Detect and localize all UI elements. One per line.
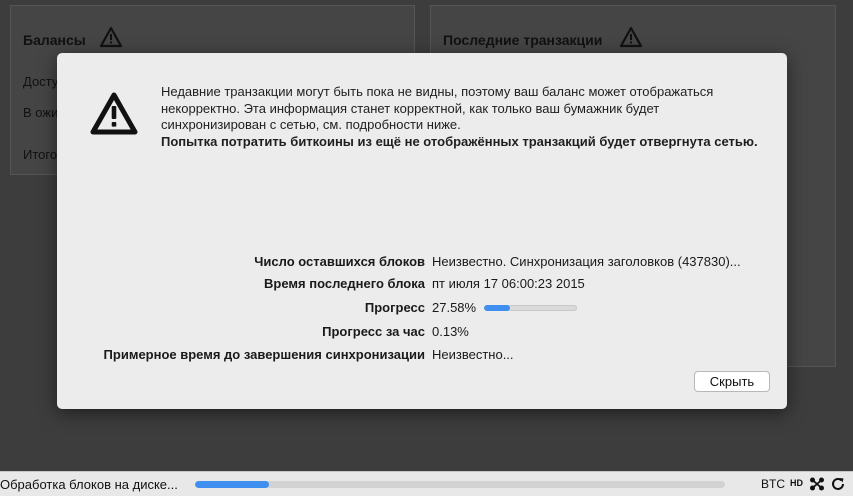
blocks-left-value: Неизвестно. Синхронизация заголовков (43…	[432, 254, 741, 269]
eta-row: Примерное время до завершения синхрониза…	[57, 347, 787, 367]
balances-title: Балансы	[23, 32, 86, 48]
progress-per-hour-row: Прогресс за час 0.13%	[57, 324, 787, 344]
sync-progress-bar	[484, 305, 577, 311]
progress-per-hour-value: 0.13%	[432, 324, 469, 339]
blocks-left-label: Число оставшихся блоков	[254, 254, 425, 269]
hd-icon: HD	[790, 478, 803, 488]
sync-overlay-modal: Недавние транзакции могут быть пока не в…	[57, 53, 787, 409]
balances-available-label: Досту	[23, 74, 59, 89]
sync-icon	[832, 477, 844, 490]
last-block-time-row: Время последнего блока пт июля 17 06:00:…	[57, 276, 787, 296]
transactions-title: Последние транзакции	[443, 32, 603, 48]
network-icon[interactable]	[809, 476, 825, 492]
balances-pending-label: В ожи	[23, 105, 59, 120]
sync-progress-fill	[484, 305, 510, 311]
status-text: Обработка блоков на диске...	[0, 477, 178, 492]
eta-value: Неизвестно...	[432, 347, 514, 362]
balances-total-label: Итого	[23, 147, 58, 162]
balances-warning-icon	[99, 26, 123, 48]
status-progress-fill	[195, 481, 270, 488]
last-block-time-value: пт июля 17 06:00:23 2015	[432, 276, 585, 291]
last-block-time-label: Время последнего блока	[264, 276, 425, 291]
transactions-warning-icon	[619, 26, 643, 48]
hide-button[interactable]: Скрыть	[694, 371, 770, 392]
sync-message-text: Недавние транзакции могут быть пока не в…	[161, 84, 714, 132]
unit-selector[interactable]: BTC	[761, 477, 785, 491]
sync-warning-text: Попытка потратить биткоины из ещё не ото…	[161, 133, 758, 149]
status-progress-bar	[195, 481, 725, 488]
progress-value: 27.58%	[432, 300, 477, 315]
blocks-left-row: Число оставшихся блоков Неизвестно. Синх…	[57, 254, 787, 274]
sync-message: Недавние транзакции могут быть пока не в…	[161, 84, 761, 150]
eta-label: Примерное время до завершения синхрониза…	[103, 347, 425, 362]
progress-row: Прогресс 27.58%	[57, 300, 787, 320]
progress-per-hour-label: Прогресс за час	[322, 324, 425, 339]
warning-icon	[90, 92, 138, 135]
progress-label: Прогресс	[364, 300, 425, 315]
status-bar: Обработка блоков на диске... BTC HD	[0, 471, 853, 496]
